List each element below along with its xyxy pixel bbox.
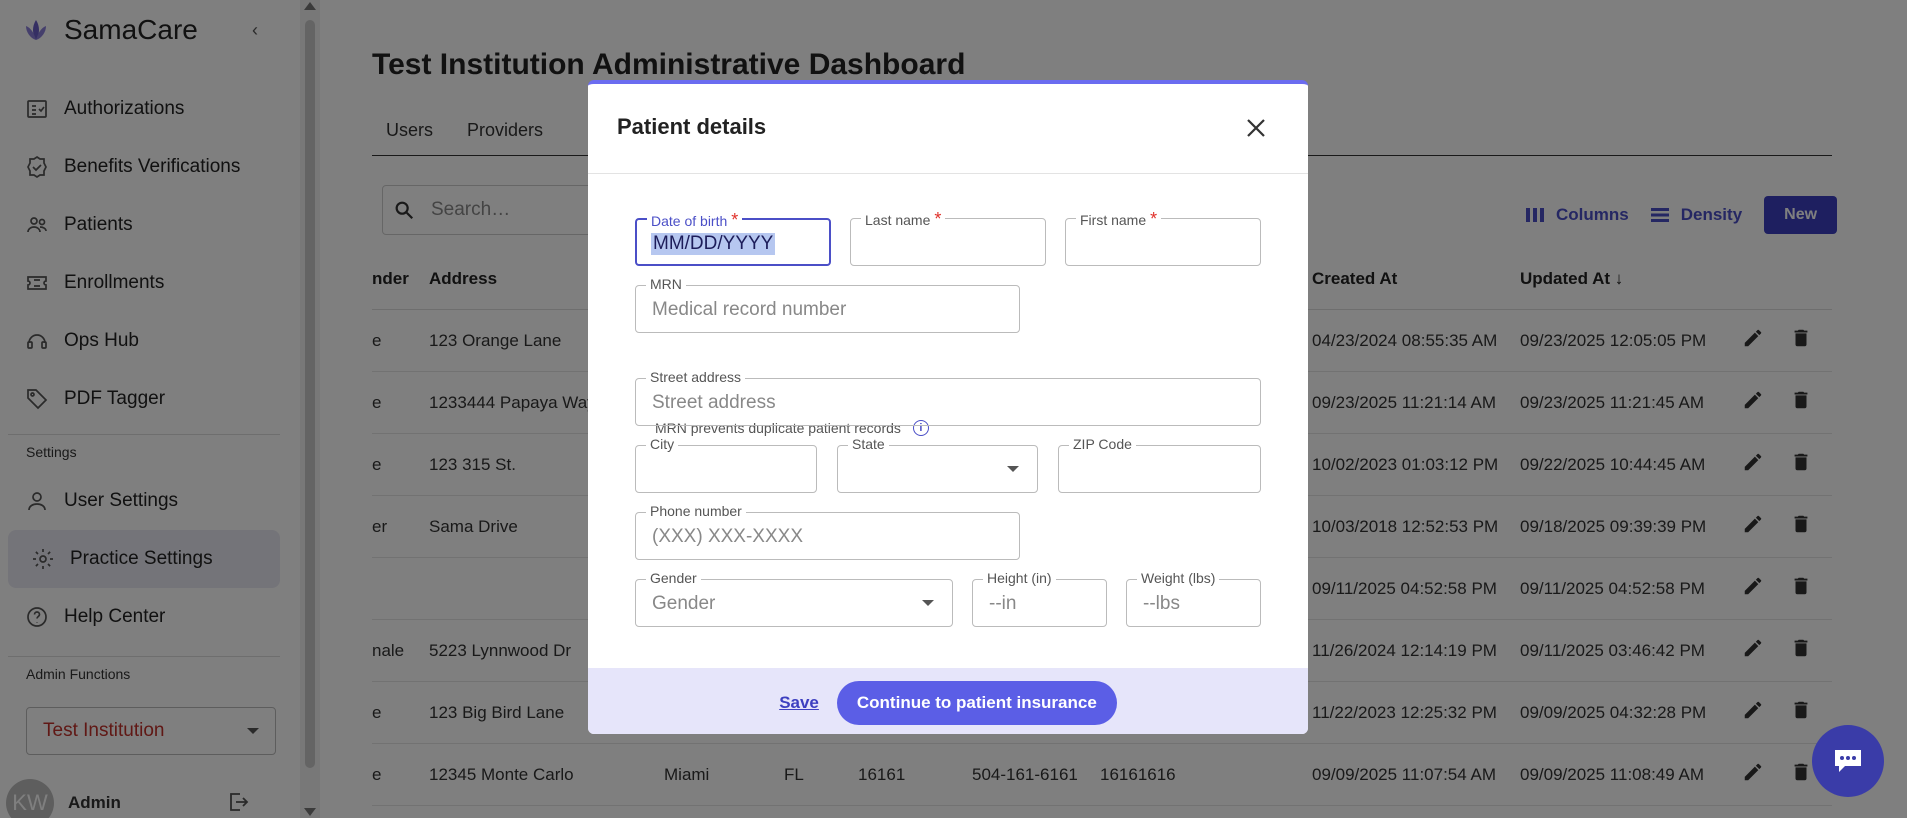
weight-field[interactable]: Weight (lbs) --lbs	[1126, 570, 1261, 627]
street-address-field[interactable]: Street address Street address	[635, 369, 1261, 426]
required-marker: *	[731, 210, 739, 230]
last-name-label-text: Last name	[865, 212, 931, 228]
continue-to-insurance-button[interactable]: Continue to patient insurance	[836, 681, 1117, 725]
phone-number-label: Phone number	[646, 503, 746, 519]
modal-footer: Save Continue to patient insurance	[588, 668, 1308, 734]
chat-button[interactable]	[1812, 725, 1884, 797]
state-label: State	[848, 436, 889, 452]
state-select[interactable]: State	[837, 436, 1038, 493]
city-field[interactable]: City	[635, 436, 817, 493]
modal-header: Patient details	[588, 84, 1308, 174]
save-button[interactable]: Save	[779, 693, 819, 713]
street-address-placeholder: Street address	[652, 392, 776, 413]
mrn-field[interactable]: MRN Medical record number	[635, 276, 1020, 333]
chat-icon	[1835, 750, 1861, 772]
zip-code-field[interactable]: ZIP Code	[1058, 436, 1261, 493]
last-name-field[interactable]: Last name *	[850, 209, 1046, 266]
dob-label: Date of birth *	[647, 210, 743, 231]
modal-body: Date of birth * MM/DD/YYYY Last name * Fir…	[588, 174, 1308, 668]
mrn-label: MRN	[646, 276, 686, 292]
phone-number-placeholder: (XXX) XXX-XXXX	[652, 526, 803, 547]
modal-title: Patient details	[617, 114, 767, 139]
weight-label: Weight (lbs)	[1137, 570, 1220, 586]
first-name-label-text: First name	[1080, 212, 1147, 228]
street-address-label: Street address	[646, 369, 746, 385]
city-label: City	[646, 436, 679, 452]
required-marker: *	[934, 209, 942, 229]
dob-field[interactable]: Date of birth * MM/DD/YYYY	[635, 210, 831, 266]
height-placeholder: --in	[989, 593, 1017, 614]
dob-label-text: Date of birth	[651, 213, 728, 229]
mrn-placeholder: Medical record number	[652, 299, 847, 320]
close-icon[interactable]	[1246, 118, 1266, 138]
chevron-down-icon	[922, 600, 934, 606]
first-name-field[interactable]: First name *	[1065, 209, 1261, 266]
zip-code-label: ZIP Code	[1069, 436, 1136, 452]
height-field[interactable]: Height (in) --in	[972, 570, 1107, 627]
gender-placeholder: Gender	[652, 593, 716, 614]
chevron-down-icon	[1007, 466, 1019, 472]
height-label: Height (in)	[983, 570, 1056, 586]
last-name-label: Last name *	[861, 209, 946, 230]
gender-label: Gender	[646, 570, 701, 586]
gender-select[interactable]: Gender Gender	[635, 570, 953, 627]
phone-number-field[interactable]: Phone number (XXX) XXX-XXXX	[635, 503, 1020, 560]
required-marker: *	[1150, 209, 1158, 229]
weight-placeholder: --lbs	[1143, 593, 1180, 614]
first-name-label: First name *	[1076, 209, 1162, 230]
dob-value: MM/DD/YYYY	[651, 233, 776, 255]
patient-details-modal: Patient details Date of birth * MM/DD/YYY…	[588, 80, 1308, 734]
